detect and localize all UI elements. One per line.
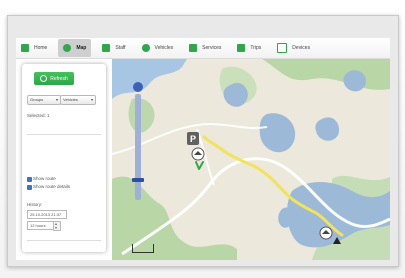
divider-1: [27, 134, 101, 135]
nav-devices-label: Devices: [292, 45, 311, 51]
pan-control[interactable]: [133, 82, 143, 92]
stepper-down-icon: ▾: [55, 225, 58, 230]
nav-map-label: Map: [76, 45, 87, 51]
map-graphics: P: [112, 59, 390, 260]
refresh-label: Refresh: [50, 75, 68, 82]
vehicles-dropdown-label: Vehicles: [63, 97, 78, 102]
map-scale: [132, 244, 154, 253]
nav-trips-label: Trips: [250, 45, 262, 51]
nav-home[interactable]: Home: [16, 39, 52, 57]
nav-trips[interactable]: Trips: [232, 39, 266, 57]
nav-staff-label: Staff: [115, 45, 126, 51]
home-icon: [21, 44, 29, 52]
history-duration-value: 12 hours: [30, 223, 46, 228]
trips-icon: [237, 44, 246, 52]
groups-dropdown-label: Groups: [30, 97, 44, 102]
selected-count: Selected: 1: [27, 113, 50, 118]
parking-marker-label: P: [190, 134, 196, 144]
staff-icon: [102, 44, 111, 52]
vehicle-icon: [141, 44, 150, 52]
groups-chevron-down-icon: ▾: [55, 97, 58, 102]
map-canvas[interactable]: P: [112, 59, 390, 260]
show-route-label: Show route: [33, 176, 56, 181]
history-duration-stepper[interactable]: ▴ ▾: [53, 221, 61, 231]
divider-2: [27, 240, 101, 241]
refresh-button[interactable]: Refresh: [34, 72, 74, 85]
nav-services[interactable]: Services: [184, 39, 226, 57]
device-frame: Home Map Staff Vehicles Services Trips D…: [0, 0, 405, 278]
top-navigation: Home Map Staff Vehicles Services Trips D…: [16, 38, 390, 59]
vehicles-chevron-down-icon: ▾: [90, 97, 93, 102]
map-icon: [63, 44, 72, 52]
nav-services-label: Services: [202, 45, 222, 51]
show-route-details-label: Show route details: [33, 184, 71, 189]
zoom-control[interactable]: [132, 82, 144, 202]
show-route-checkbox[interactable]: [27, 177, 32, 182]
tools-icon: [189, 44, 198, 52]
refresh-icon: [40, 75, 48, 82]
device-icon: [277, 43, 288, 53]
app-window: Home Map Staff Vehicles Services Trips D…: [16, 38, 390, 260]
map-side-panel: Refresh Groups ▾ Vehicles ▾ Selected: 1 …: [22, 64, 106, 252]
nav-devices[interactable]: Devices: [272, 39, 315, 57]
zoom-slider[interactable]: [135, 94, 141, 200]
nav-vehicles[interactable]: Vehicles: [137, 39, 179, 57]
history-label: History:: [27, 202, 43, 207]
zoom-slider-handle[interactable]: [132, 178, 144, 182]
monitor-screen: Home Map Staff Vehicles Services Trips D…: [7, 15, 399, 267]
history-duration-select[interactable]: 12 hours: [27, 221, 55, 230]
nav-home-label: Home: [34, 45, 48, 51]
show-route-details-checkbox[interactable]: [27, 185, 32, 190]
history-date-field[interactable]: 25.10.2013 21:37: [27, 210, 67, 219]
nav-staff[interactable]: Staff: [97, 39, 130, 57]
groups-dropdown[interactable]: Groups ▾: [27, 95, 61, 105]
vehicles-dropdown[interactable]: Vehicles ▾: [60, 95, 96, 105]
nav-vehicles-label: Vehicles: [154, 45, 174, 51]
nav-map[interactable]: Map: [58, 39, 92, 57]
